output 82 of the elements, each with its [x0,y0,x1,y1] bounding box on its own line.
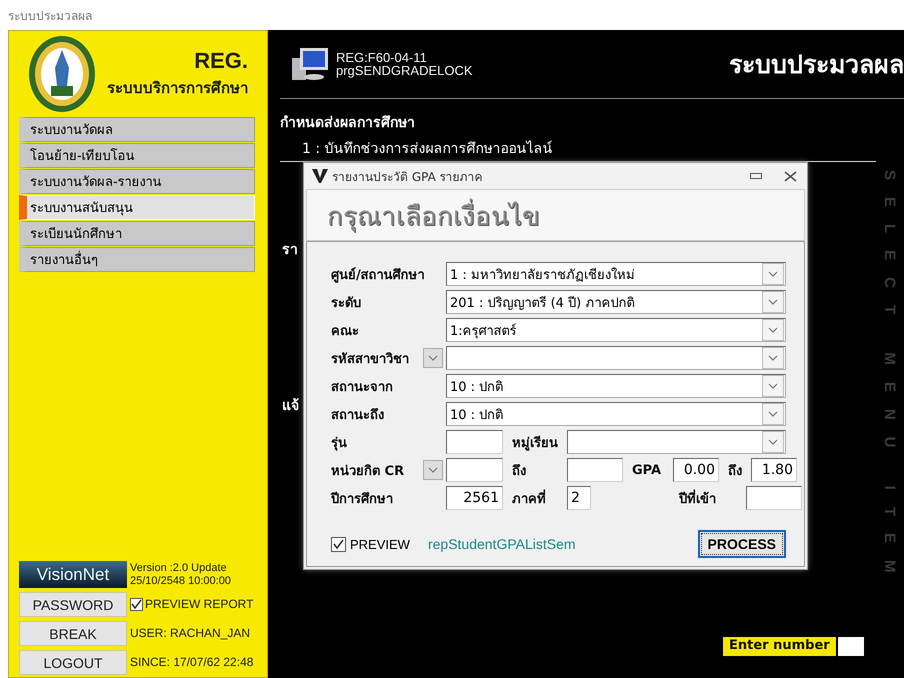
field-label: รหัสสาขาวิชา [331,350,409,368]
field-label: รุ่น [331,434,348,452]
input-field[interactable] [446,458,503,482]
app-icon [312,169,328,183]
checkmark-icon [333,538,344,550]
window-title: ระบบประมวลผล [8,8,92,24]
input-field[interactable] [746,486,802,510]
process-button[interactable]: PROCESS [698,530,786,558]
close-icon[interactable] [784,170,797,182]
chevron-down-icon [768,271,778,277]
input-field[interactable]: 2 [567,486,591,510]
dropdown-field[interactable]: 201 : ปริญญาตรี (4 ปี) ภาคปกติ [446,290,786,314]
dropdown-field[interactable]: 10 : ปกติ [446,374,786,398]
field-label: GPA [631,462,662,478]
chevron-down-icon [768,355,778,361]
chevron-down-icon [428,355,438,361]
chevron-down-icon [428,467,438,473]
menu-item[interactable]: ระบบงานสนับสนุน [19,195,255,220]
chevron-down-icon [768,439,778,445]
checkbox-label: PREVIEW [350,536,410,552]
dropdown-field[interactable]: 1 : มหาวิทยาลัยราชภัฏเชียงใหม่ [446,262,786,286]
computer-icon [290,46,330,82]
menu-item[interactable]: ระบบงานวัดผล [19,117,255,142]
program-code: REG:F60-04-11 [336,51,428,64]
input-field[interactable] [567,458,623,482]
user-text: USER: RACHAN_JAN [130,627,252,640]
chevron-down-icon [768,383,778,389]
menu-item[interactable]: โอนย้าย-เทียบโอน [19,143,255,168]
field-label: สถานะจาก [331,378,394,396]
brand-logo: VisionNet [19,561,127,588]
report-name: repStudentGPAListSem [428,536,576,552]
break-button[interactable]: BREAK [19,621,127,646]
dropdown-field[interactable] [567,430,786,454]
page-title: ระบบประมวลผล [729,49,904,81]
chevron-down-icon [768,327,778,333]
field-label: ถึง [511,462,527,480]
password-button[interactable]: PASSWORD [19,592,127,617]
menu-entry[interactable]: 1 : บันทึกช่วงการส่งผลการศึกษาออนไลน์ [302,137,904,159]
menu-item[interactable]: ระบบงานวัดผล-รายงาน [19,169,255,194]
dropdown-field[interactable] [446,346,786,370]
number-input[interactable] [838,637,864,656]
checkmark-icon [131,599,142,610]
input-field[interactable] [446,430,503,454]
checkbox[interactable] [130,598,143,611]
field-label: หมู่เรียน [511,434,559,452]
logo-subtitle: ระบบบริการการศึกษา [107,78,248,99]
dropdown-field[interactable]: 1:ครุศาสตร์ [446,318,786,342]
enter-number-label: Enter number [723,637,836,656]
program-name: prgSENDGRADELOCK [336,64,473,77]
dialog-title: รายงานประวัติ GPA รายภาค [332,168,483,186]
field-label: ระดับ [331,294,362,312]
field-label: สถานะถึง [331,406,385,424]
logo-title: REG. [194,48,248,74]
emblem-icon [27,34,97,114]
field-label: หน่วยกิต CR [331,462,404,480]
section-title: แจ้ [282,397,299,416]
input-field[interactable]: 0.00 [673,458,719,482]
section-title: กำหนดส่งผลการศึกษา [280,114,416,133]
version-text: Version :2.0 Update 25/10/2548 10:00:00 [130,562,232,588]
logout-button[interactable]: LOGOUT [19,650,127,675]
field-label: ปีการศึกษา [331,490,394,508]
field-label: คณะ [331,322,360,340]
menu-item[interactable]: รายงานอื่นๆ [19,247,255,272]
field-label: ถึง [727,462,743,480]
dialog-heading: กรุณาเลือกเงื่อนไข [327,194,540,236]
field-label: ศูนย์/สถานศึกษา [331,266,426,284]
input-field[interactable]: 2561 [446,486,503,510]
dropdown-button[interactable] [423,460,443,480]
menu-item[interactable]: ระเบียนนักศึกษา [19,221,255,246]
dropdown-button[interactable] [423,348,443,368]
section-title: รา [282,241,298,260]
field-label: ปีที่เข้า [678,488,717,508]
minimize-icon[interactable] [750,173,762,179]
chevron-down-icon [768,411,778,417]
dropdown-field[interactable]: 10 : ปกติ [446,402,786,426]
since-text: SINCE: 17/07/62 22:48 [130,656,254,669]
checkbox-label: PREVIEW REPORT [145,598,254,611]
checkbox[interactable] [331,536,346,552]
input-field[interactable]: 1.80 [751,458,797,482]
side-caption: SELECT MENU ITEM [882,170,898,590]
chevron-down-icon [768,299,778,305]
field-label: ภาคที่ [511,488,547,508]
